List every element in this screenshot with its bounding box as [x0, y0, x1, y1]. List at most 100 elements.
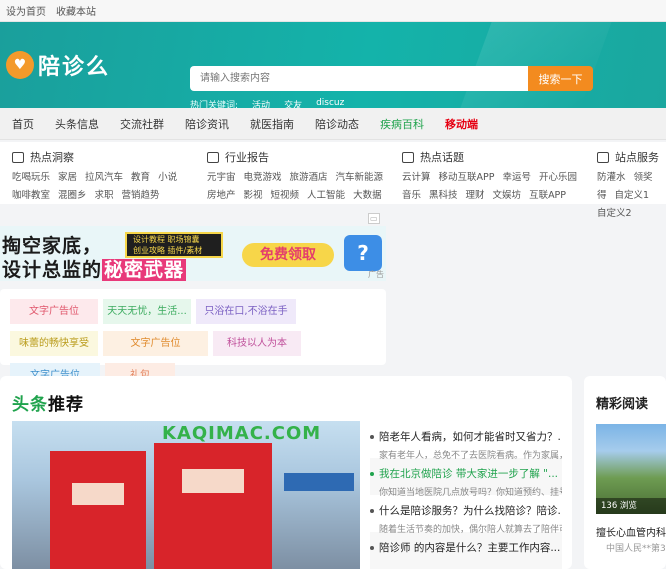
category-link[interactable]: 大数据	[353, 188, 382, 203]
ad-banner[interactable]: 掏空家底， 设计总监的 秘密武器 设计教程 职场锦囊 创业攻略 插件/素材 免费领…	[0, 226, 386, 281]
ad-tag-box: 设计教程 职场锦囊 创业攻略 插件/素材	[125, 232, 223, 258]
category-link[interactable]: 移动互联APP	[439, 170, 495, 185]
bullet-icon	[370, 508, 374, 513]
category-link[interactable]: 电竞游戏	[244, 170, 282, 185]
category-link[interactable]: 文娱坊	[493, 188, 522, 203]
category-link[interactable]: 小说	[158, 170, 177, 185]
question-mark-icon: ?	[344, 235, 382, 271]
category-hot-topics: 热点话题 云计算 移动互联APP 幸运号 开心乐园 音乐 黑科技 理财 文娱坊 …	[390, 142, 585, 204]
list-item[interactable]: 什么是陪诊服务？为什么找陪诊？陪诊... 随着生活节奏的加快，偶尔陪人就算去了陪…	[370, 495, 562, 535]
category-link[interactable]: 拉风汽车	[85, 170, 123, 185]
set-home-link[interactable]: 设为首页	[6, 3, 46, 18]
side-article-title[interactable]: 擅长心血管内科...	[596, 524, 666, 539]
section-title: 头条推荐	[12, 395, 84, 415]
category-link[interactable]: 家居	[58, 170, 77, 185]
list-item[interactable]: 陪老年人看病，如何才能省时又省力？... 家有老年人，总免不了去医院看病。作为家…	[370, 421, 562, 461]
nav-item-community[interactable]: 交流社群	[120, 116, 164, 132]
category-link[interactable]: 吃喝玩乐	[12, 170, 50, 185]
nav-item-news[interactable]: 陪诊资讯	[185, 116, 229, 132]
nav-item-updates[interactable]: 陪诊动态	[315, 116, 359, 132]
category-link[interactable]: 防灌水	[597, 170, 626, 185]
category-link[interactable]: 领奖	[634, 170, 653, 185]
category-site-services: 站点服务 防灌水 领奖 得 自定义1 自定义2	[585, 142, 666, 219]
nav-item-home[interactable]: 首页	[12, 116, 34, 132]
category-link[interactable]: 理财	[466, 188, 485, 203]
site-logo[interactable]: ♥ 陪诊么	[6, 49, 110, 81]
category-title: 热点洞察	[30, 151, 74, 164]
category-link[interactable]: 教育	[131, 170, 150, 185]
ad-line-1: 掏空家底，	[2, 235, 103, 257]
text-ad[interactable]: 天天无忧，生活...	[103, 299, 191, 324]
text-ad[interactable]: 文字广告位	[103, 331, 208, 356]
hot-keyword[interactable]: 交友	[284, 98, 302, 108]
category-link[interactable]: 互联APP	[529, 188, 566, 203]
search-input[interactable]	[190, 66, 528, 91]
category-link[interactable]: 短视频	[271, 188, 300, 203]
featured-image[interactable]: KAQIMAC.COM	[12, 421, 360, 569]
text-ad[interactable]: 味蕾的畅快享受	[10, 331, 98, 356]
image-watermark: KAQIMAC.COM	[162, 423, 322, 444]
category-link[interactable]: 自定义2	[597, 206, 632, 221]
headline-title: 陪诊师 的内容是什么？主要工作内容...	[379, 542, 561, 554]
nav-item-guide[interactable]: 就医指南	[250, 116, 294, 132]
hot-keyword[interactable]: 活动	[252, 98, 270, 108]
ad-tag-line: 设计教程 职场锦囊	[133, 235, 200, 244]
ad-line-2: 设计总监的 秘密武器	[2, 255, 187, 281]
category-link[interactable]: 混圈乡	[58, 188, 87, 203]
category-link[interactable]: 汽车新能源	[336, 170, 384, 185]
category-link[interactable]: 得	[597, 188, 607, 203]
category-link[interactable]: 元宇宙	[207, 170, 236, 185]
site-header: ♥ 陪诊么 搜索一下 热门关键词: 活动 交友 discuz	[0, 22, 666, 108]
ad-cta-button[interactable]: 免费领取	[242, 243, 334, 267]
category-link[interactable]: 人工智能	[307, 188, 345, 203]
search-button[interactable]: 搜索一下	[528, 66, 593, 91]
side-title: 精彩阅读	[596, 397, 649, 412]
hot-keywords-label: 热门关键词:	[190, 101, 239, 108]
category-link[interactable]: 求职	[95, 188, 114, 203]
nav-item-headlines[interactable]: 头条信息	[55, 116, 99, 132]
category-link[interactable]: 营销趋势	[122, 188, 160, 203]
text-ads-panel: 文字广告位 天天无忧，生活... 只浴在口,不浴在手 味蕾的畅快享受 文字广告位…	[0, 289, 386, 388]
headline-title: 我在北京做陪诊 带大家进一步了解 "...	[379, 468, 559, 480]
ad-label: 广告	[368, 270, 384, 279]
category-link[interactable]: 自定义1	[615, 188, 650, 203]
hot-keywords: 热门关键词: 活动 交友 discuz	[190, 98, 344, 108]
text-ad[interactable]: 文字广告位	[10, 299, 98, 324]
image-sign-shape	[72, 483, 124, 505]
category-title: 热点话题	[420, 151, 464, 164]
view-count: 136 浏览	[596, 498, 666, 514]
category-panel: 热点洞察 吃喝玩乐 家居 拉风汽车 教育 小说 咖啡教室 混圈乡 求职 营销趋势…	[0, 142, 666, 219]
category-link[interactable]: 音乐	[402, 188, 421, 203]
featured-reading-panel: 精彩阅读 136 浏览 擅长心血管内科... 中国人民**第30...	[584, 376, 666, 569]
category-link[interactable]: 旅游酒店	[290, 170, 328, 185]
text-ad[interactable]: 只浴在口,不浴在手	[196, 299, 296, 324]
side-article-image[interactable]: 136 浏览	[596, 424, 666, 514]
image-board-shape	[284, 473, 354, 491]
heart-hands-icon: ♥	[6, 51, 34, 79]
ad-corner-mark: ▭	[368, 213, 380, 224]
ad-line-2-highlight: 秘密武器	[102, 259, 187, 281]
category-title: 行业报告	[225, 151, 269, 164]
nav-item-encyclopedia[interactable]: 疾病百科	[380, 116, 424, 132]
category-link[interactable]: 云计算	[402, 170, 431, 185]
category-link[interactable]: 房地产	[207, 188, 236, 203]
category-link[interactable]: 影视	[244, 188, 263, 203]
image-sign-shape	[182, 469, 244, 493]
nav-item-mobile[interactable]: 移动端	[445, 116, 478, 132]
headline-summary: 随着生活节奏的加快，偶尔陪人就算去了陪伴可能会...	[379, 525, 562, 535]
category-industry-reports: 行业报告 元宇宙 电竞游戏 旅游酒店 汽车新能源 房地产 影视 短视频 人工智能…	[195, 142, 390, 204]
headlines-section: 头条推荐 KAQIMAC.COM 陪老年人看病，如何才能省时又省力？... 家有…	[0, 376, 572, 569]
list-item[interactable]: 陪诊师 的内容是什么？主要工作内容...	[370, 532, 562, 569]
category-title: 站点服务	[615, 151, 659, 164]
hot-keyword[interactable]: discuz	[316, 98, 344, 108]
category-link[interactable]: 黑科技	[429, 188, 458, 203]
bookmark-link[interactable]: 收藏本站	[56, 3, 96, 18]
headline-title: 什么是陪诊服务？为什么找陪诊？陪诊...	[379, 505, 562, 517]
headline-list: 陪老年人看病，如何才能省时又省力？... 家有老年人，总免不了去医院看病。作为家…	[370, 421, 562, 569]
building-icon	[207, 151, 219, 163]
text-ad[interactable]: 科技以人为本	[213, 331, 301, 356]
list-item[interactable]: 我在北京做陪诊 带大家进一步了解 "... 你知道当地医院几点放号吗？你知道预约…	[370, 458, 562, 498]
category-link[interactable]: 开心乐园	[539, 170, 577, 185]
category-link[interactable]: 幸运号	[502, 170, 531, 185]
category-link[interactable]: 咖啡教室	[12, 188, 50, 203]
